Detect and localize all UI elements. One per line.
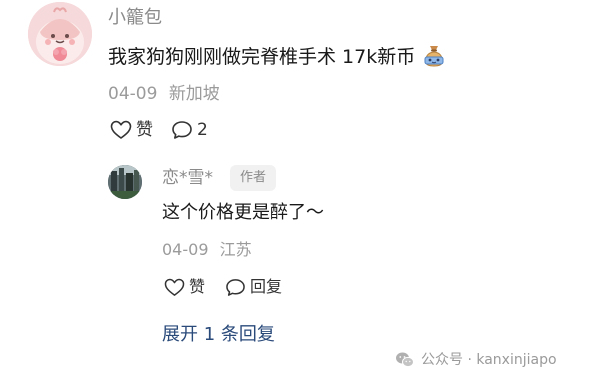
comment-actions: 赞 2 (110, 117, 208, 143)
reply-location: 江苏 (219, 240, 252, 259)
comment-text: 我家狗狗刚刚做完脊椎手术 17k新币 (108, 42, 447, 71)
like-button[interactable]: 赞 (110, 118, 153, 142)
money-bag-icon (421, 42, 447, 68)
reply-label: 回复 (250, 277, 283, 296)
like-label: 赞 (136, 120, 153, 140)
reply-like-label: 赞 (189, 277, 206, 296)
comment-bubble-icon (172, 121, 192, 139)
comment-text-body: 我家狗狗刚刚做完脊椎手术 17k新币 (108, 46, 416, 68)
watermark-text: 公众号 · kanxinjiapo (421, 352, 557, 368)
commenter-username[interactable]: 小籠包 (108, 6, 162, 30)
reply-count: 2 (197, 120, 208, 140)
heart-icon (110, 120, 132, 139)
replier-avatar[interactable] (108, 165, 142, 199)
comment-meta: 04-09 新加坡 (108, 82, 220, 106)
reply-actions: 赞 回复 (164, 275, 282, 299)
comment-bubble-icon (226, 278, 245, 296)
comment-date: 04-09 (108, 84, 158, 104)
watermark: 公众号 · kanxinjiapo (395, 350, 557, 370)
reply-button[interactable]: 回复 (225, 275, 282, 299)
comment-location: 新加坡 (168, 84, 220, 104)
reply-date: 04-09 (162, 240, 209, 259)
commenter-avatar[interactable] (28, 2, 92, 66)
reply-count-button[interactable]: 2 (171, 118, 208, 142)
wechat-icon (396, 352, 414, 368)
reply-meta: 04-09 江苏 (162, 238, 252, 262)
reply-text: 这个价格更是醉了～ (162, 202, 324, 223)
heart-icon (164, 278, 185, 296)
expand-replies-link[interactable]: 展开 1 条回复 (162, 322, 275, 348)
replier-username[interactable]: 恋*雪* (162, 166, 213, 190)
author-badge: 作者 (230, 165, 276, 191)
reply-like-button[interactable]: 赞 (164, 275, 205, 299)
